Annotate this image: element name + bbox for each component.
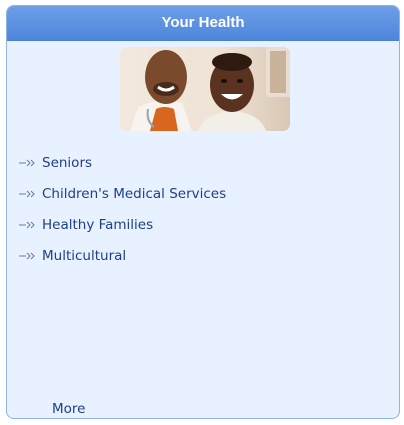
double-chevron-arrow-icon bbox=[19, 252, 35, 259]
double-chevron-arrow-icon bbox=[19, 159, 35, 166]
double-chevron-arrow-icon bbox=[19, 221, 35, 228]
doctor-and-child-photo bbox=[120, 47, 290, 131]
link-label: Children's Medical Services bbox=[42, 185, 227, 202]
your-health-panel: Your Health Seniors Children's Medical S… bbox=[6, 5, 400, 419]
link-label: Healthy Families bbox=[42, 216, 154, 233]
link-label: Seniors bbox=[42, 154, 93, 171]
link-multicultural[interactable]: Multicultural bbox=[18, 240, 226, 271]
link-childrens-medical-services[interactable]: Children's Medical Services bbox=[18, 178, 226, 209]
link-seniors[interactable]: Seniors bbox=[18, 147, 226, 178]
link-healthy-families[interactable]: Healthy Families bbox=[18, 209, 226, 240]
panel-title: Your Health bbox=[7, 6, 399, 41]
double-chevron-arrow-icon bbox=[19, 190, 35, 197]
link-label: Multicultural bbox=[42, 247, 127, 264]
health-links-list: Seniors Children's Medical Services Heal… bbox=[18, 147, 226, 271]
more-link[interactable]: More bbox=[52, 401, 85, 417]
